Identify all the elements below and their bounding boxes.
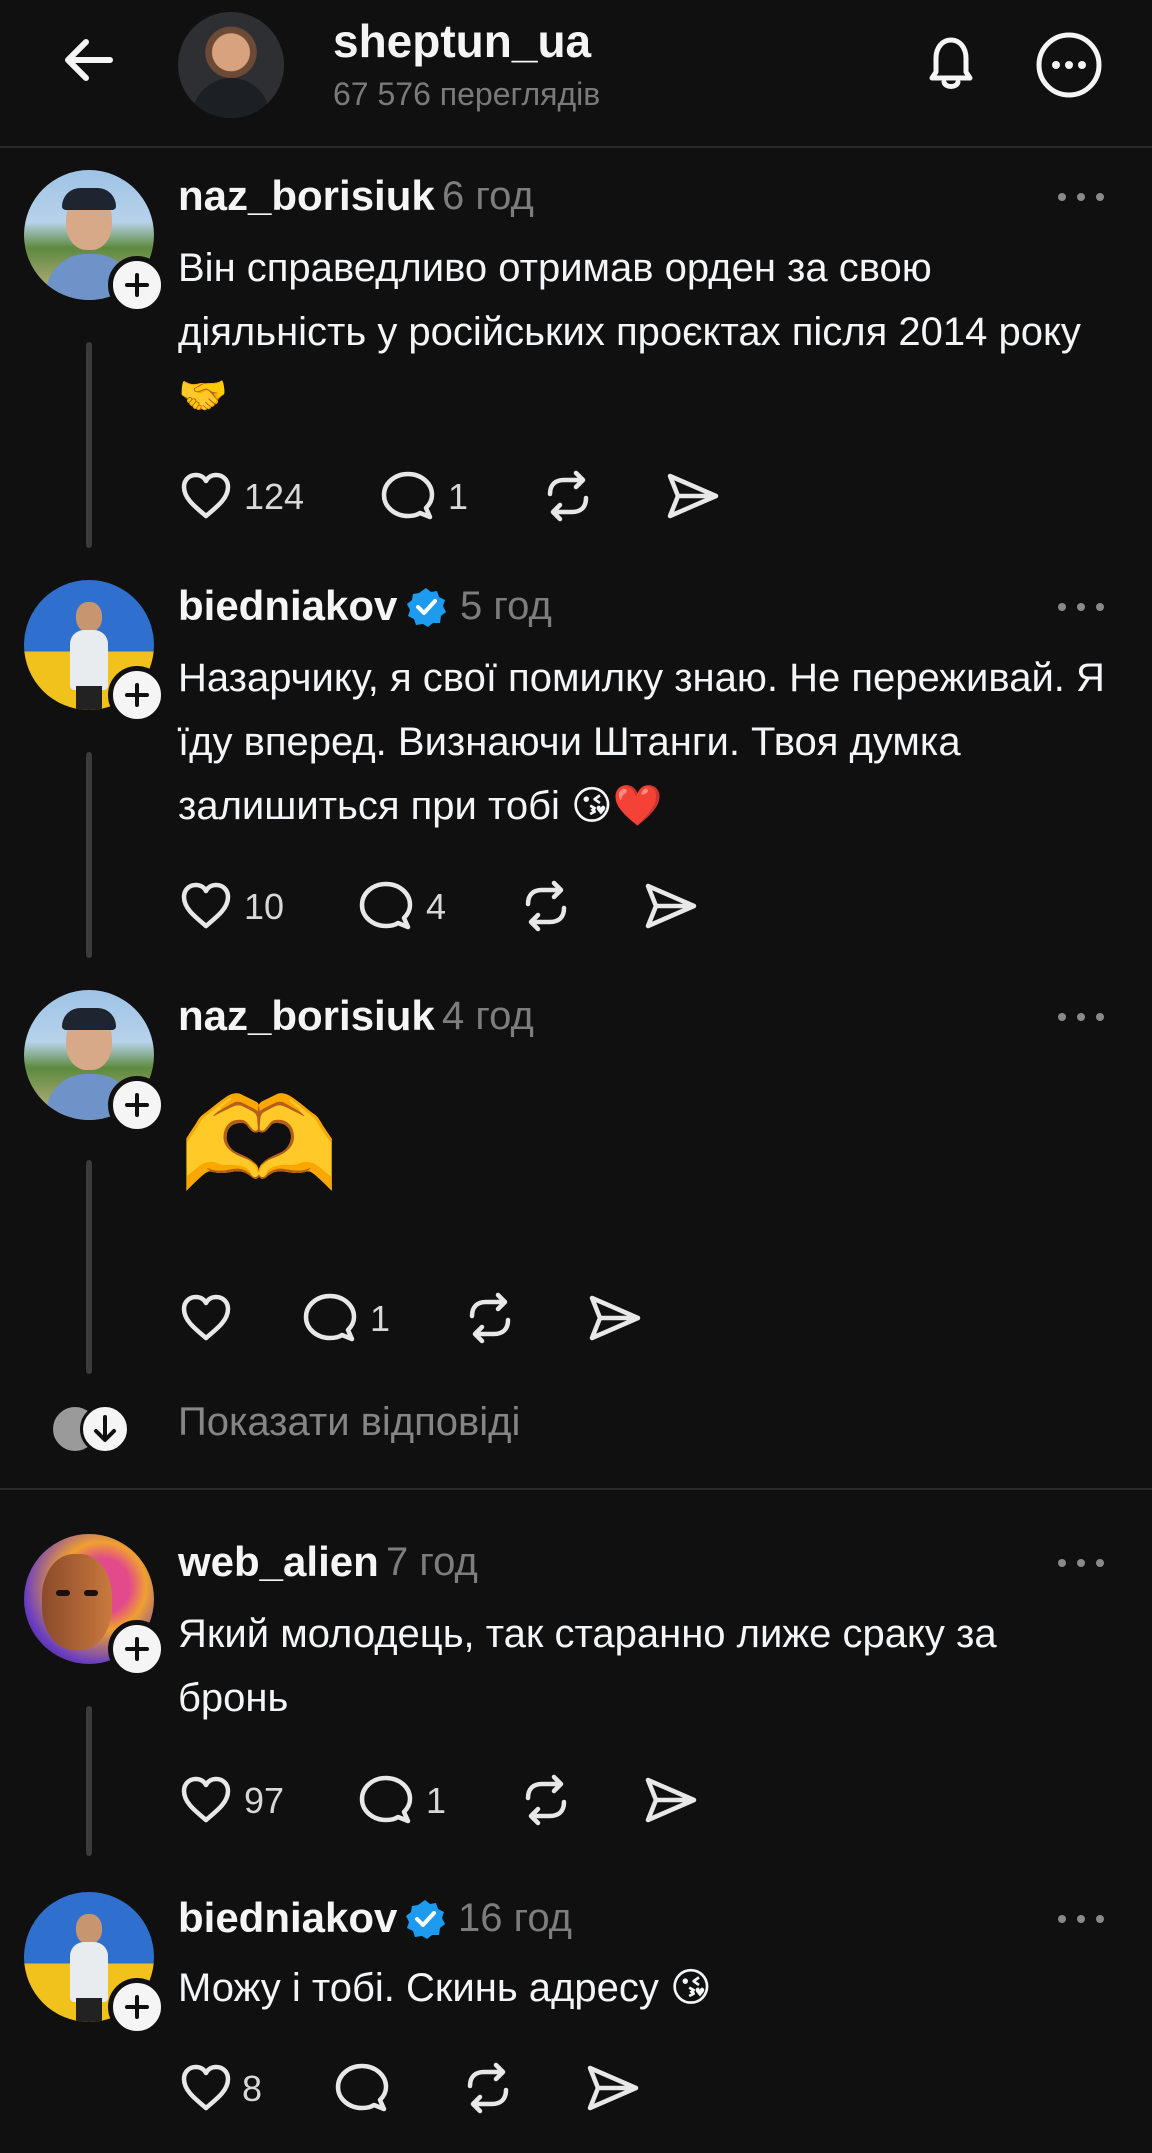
reply-count: 1: [370, 1298, 391, 1339]
post-text: Назарчику, я свої помилку знаю. Не переж…: [178, 656, 1105, 828]
repost-button[interactable]: [518, 1772, 574, 1828]
like-button[interactable]: 8: [178, 2060, 278, 2116]
post-time: 7 год: [386, 1540, 478, 1584]
repost-icon: [462, 1290, 518, 1346]
post-time: 16 год: [458, 1896, 573, 1940]
post-text: Який молодець, так старанно лиже сраку з…: [178, 1612, 997, 1720]
share-icon: [586, 1290, 642, 1346]
more-icon: [1036, 32, 1102, 98]
follow-plus-button[interactable]: [108, 1978, 166, 2036]
repost-icon: [518, 878, 574, 934]
repost-button[interactable]: [462, 1290, 518, 1346]
back-button[interactable]: [58, 28, 122, 92]
bell-icon: [929, 37, 973, 89]
verified-icon: [404, 1898, 446, 1940]
share-icon: [664, 468, 720, 524]
share-button[interactable]: [642, 878, 698, 934]
thread-line: [86, 1706, 92, 1856]
post-author[interactable]: biedniakov: [178, 582, 397, 630]
notifications-button[interactable]: [918, 30, 984, 96]
comment-icon: [380, 468, 436, 524]
share-button[interactable]: [586, 1290, 642, 1346]
post-more-button[interactable]: [1058, 1912, 1104, 1926]
share-button[interactable]: [664, 468, 720, 524]
like-button[interactable]: 10: [178, 878, 298, 934]
heart-icon: [178, 1290, 234, 1346]
comment-icon: [358, 1772, 414, 1828]
repost-button[interactable]: [540, 468, 596, 524]
repost-icon: [518, 1772, 574, 1828]
post-time: 5 год: [460, 584, 552, 628]
like-count: 8: [242, 2068, 263, 2109]
heart-icon: [178, 468, 234, 524]
share-button[interactable]: [584, 2060, 640, 2116]
comment-button[interactable]: [334, 2060, 390, 2116]
verified-icon: [405, 586, 447, 628]
comment-icon: [302, 1290, 358, 1346]
post-time: 4 год: [442, 994, 534, 1038]
post-author[interactable]: naz_borisiuk: [178, 172, 435, 220]
post-time: 6 год: [442, 174, 534, 218]
views-count: 67 576 переглядів: [333, 76, 601, 112]
heart-hands-emoji: 🫶: [178, 1072, 340, 1218]
post-more-button[interactable]: [1058, 1556, 1104, 1570]
more-options-button[interactable]: [1034, 30, 1104, 100]
profile-username[interactable]: sheptun_ua: [333, 14, 591, 68]
repost-button[interactable]: [518, 878, 574, 934]
comment-icon: [334, 2060, 390, 2116]
like-count: 124: [244, 476, 305, 517]
profile-avatar[interactable]: [178, 12, 284, 118]
back-arrow-icon: [65, 39, 113, 81]
post-more-button[interactable]: [1058, 600, 1104, 614]
follow-plus-button[interactable]: [108, 256, 166, 314]
top-bar: sheptun_ua 67 576 переглядів: [0, 0, 1152, 148]
comment-button[interactable]: 4: [358, 878, 458, 934]
comment-icon: [358, 878, 414, 934]
expand-arrow-icon: [80, 1404, 130, 1454]
thread-line: [86, 752, 92, 958]
heart-icon: [178, 2060, 234, 2116]
thread-line: [86, 1160, 92, 1374]
share-icon: [642, 1772, 698, 1828]
post-author[interactable]: naz_borisiuk: [178, 992, 435, 1040]
comment-button[interactable]: 1: [302, 1290, 402, 1346]
repost-icon: [460, 2060, 516, 2116]
post-more-button[interactable]: [1058, 1010, 1104, 1024]
share-button[interactable]: [642, 1772, 698, 1828]
reply-count: 1: [448, 476, 469, 517]
repost-button[interactable]: [460, 2060, 516, 2116]
follow-plus-button[interactable]: [108, 1620, 166, 1678]
repost-icon: [540, 468, 596, 524]
reply-count: 4: [426, 886, 447, 927]
comment-button[interactable]: 1: [380, 468, 480, 524]
heart-icon: [178, 1772, 234, 1828]
show-replies-link[interactable]: Показати відповіді: [178, 1400, 520, 1445]
like-button[interactable]: 124: [178, 468, 318, 524]
share-icon: [642, 878, 698, 934]
like-button[interactable]: 97: [178, 1772, 298, 1828]
reply-count: 1: [426, 1780, 447, 1821]
divider: [0, 1488, 1152, 1490]
post-text: Можу і тобі. Скинь адресу 😘: [178, 1966, 712, 2010]
follow-plus-button[interactable]: [108, 1076, 166, 1134]
like-button[interactable]: [178, 1290, 234, 1346]
thread-line: [86, 342, 92, 548]
post-text: Він справедливо отримав орден за свою ді…: [178, 246, 1081, 418]
post-author[interactable]: web_alien: [178, 1538, 379, 1586]
comment-button[interactable]: 1: [358, 1772, 458, 1828]
share-icon: [584, 2060, 640, 2116]
like-count: 97: [244, 1780, 285, 1821]
like-count: 10: [244, 886, 285, 927]
follow-plus-button[interactable]: [108, 666, 166, 724]
heart-icon: [178, 878, 234, 934]
post-more-button[interactable]: [1058, 190, 1104, 204]
post-author[interactable]: biedniakov: [178, 1894, 397, 1942]
